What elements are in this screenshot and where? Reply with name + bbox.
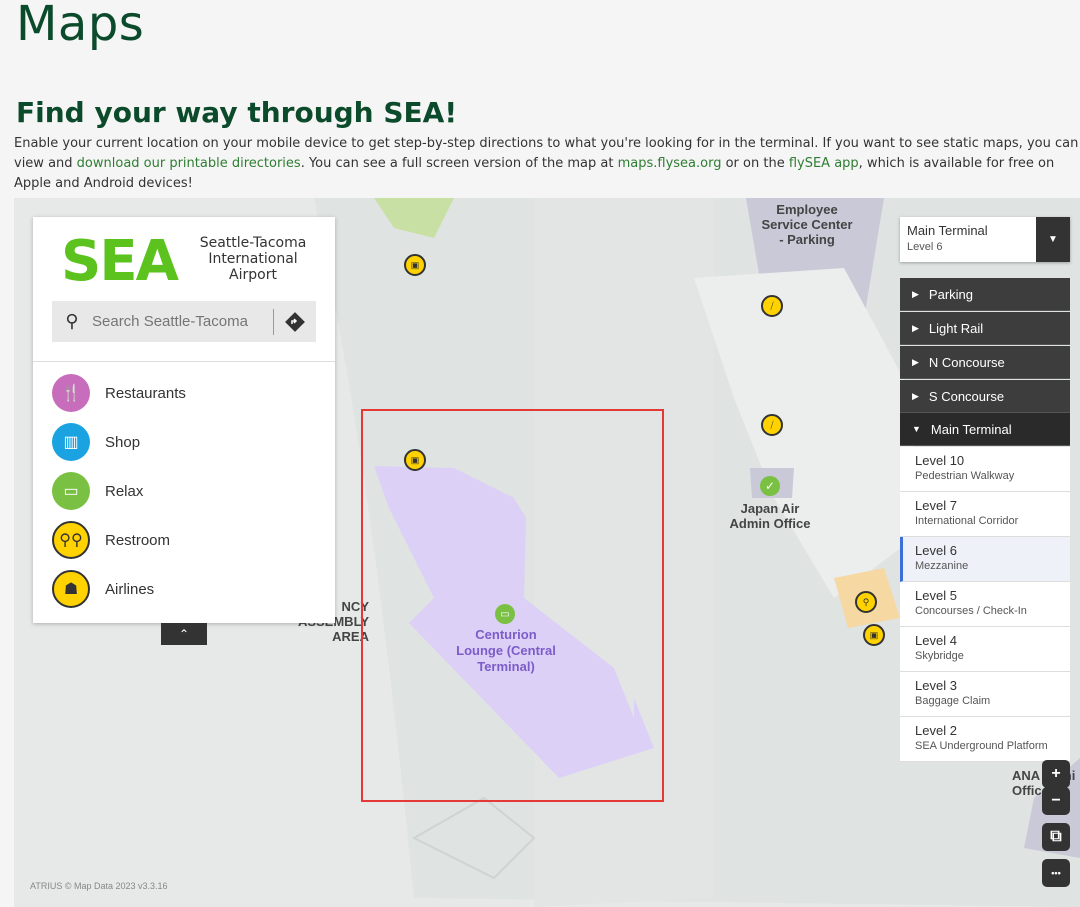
chevron-up-icon: ⌃ [178, 627, 190, 641]
logo-line: International [208, 251, 298, 267]
category-label: Restroom [105, 531, 171, 549]
level-selector[interactable]: Main Terminal Level 6 ▼ [900, 217, 1070, 262]
building-n-concourse[interactable]: ▶ N Concourse [900, 346, 1070, 379]
japan-air-label: Japan Air Admin Office [729, 501, 811, 531]
search-icon[interactable]: ⚲ [52, 311, 92, 332]
divider [33, 361, 335, 362]
level-desc: Concourses / Check-In [915, 605, 1027, 617]
zoom-out-button[interactable]: − [1042, 787, 1070, 815]
intro-text: Enable your current location on your mob… [14, 134, 1080, 194]
logo-line: Seattle-Tacoma [199, 235, 307, 251]
printable-directories-link[interactable]: download our printable directories [77, 156, 301, 171]
category-relax[interactable]: ▭ Relax [52, 472, 143, 510]
current-level: Level 6 [907, 241, 943, 253]
search-bar: ⚲ [52, 301, 316, 342]
caret-right-icon: ▶ [912, 322, 919, 333]
logo-line: Airport [229, 267, 277, 283]
page-title: Maps [16, 0, 145, 52]
chevron-down-icon[interactable]: ▼ [1036, 217, 1070, 262]
level-3[interactable]: Level 3 Baggage Claim [900, 672, 1070, 717]
level-name: Level 3 [915, 678, 957, 693]
level-name: Level 4 [915, 633, 957, 648]
external-link-icon: ⧉ [1050, 828, 1062, 845]
relax-icon: ▭ [52, 472, 90, 510]
page-subtitle: Find your way through SEA! [16, 96, 458, 129]
external-link-button[interactable]: ⧉ [1042, 823, 1070, 851]
level-desc: SEA Underground Platform [915, 740, 1048, 752]
category-airlines[interactable]: ☗ Airlines [52, 570, 154, 608]
restroom-icon: ⚲⚲ [52, 521, 90, 559]
caret-right-icon: ▶ [912, 390, 919, 401]
caret-right-icon: ▶ [912, 356, 919, 367]
sea-logo: SEA [61, 229, 179, 294]
flysea-app-link[interactable]: flySEA app [789, 156, 859, 171]
category-label: Shop [105, 433, 141, 451]
caret-right-icon: ▶ [912, 288, 919, 299]
divider [273, 308, 274, 335]
caret-down-icon: ▼ [912, 424, 921, 434]
category-label: Airlines [105, 580, 155, 598]
building-main-terminal[interactable]: ▼ Main Terminal [900, 413, 1070, 446]
level-desc: Pedestrian Walkway [915, 470, 1015, 482]
level-name: Level 5 [915, 588, 957, 603]
level-desc: Mezzanine [915, 560, 969, 572]
building-label: Main Terminal [930, 421, 1012, 437]
category-shop[interactable]: ▥ Shop [52, 423, 140, 461]
restroom-icon[interactable]: ⚲ [855, 591, 877, 613]
elevator-icon[interactable]: ▣ [404, 254, 426, 276]
level-name: Level 10 [915, 453, 965, 468]
building-light-rail[interactable]: ▶ Light Rail [900, 312, 1070, 345]
shop-icon: ▥ [52, 423, 90, 461]
highlight-box [361, 409, 664, 802]
restaurant-icon: 🍴 [52, 374, 90, 412]
employee-service-label: Employee Service Center - Parking [761, 202, 853, 247]
level-desc: Baggage Claim [915, 695, 991, 707]
escalator-icon[interactable]: ⧸ [761, 295, 783, 317]
level-name: Level 7 [915, 498, 957, 513]
full-map-link[interactable]: maps.flysea.org [618, 156, 722, 171]
building-label: S Concourse [928, 388, 1005, 404]
map-side-panel: SEA Seattle-Tacoma International Airport… [33, 217, 335, 623]
escalator-icon[interactable]: ⧸ [761, 414, 783, 436]
building-name: Main Terminal [907, 223, 988, 238]
level-desc: Skybridge [915, 650, 964, 662]
building-s-concourse[interactable]: ▶ S Concourse [900, 380, 1070, 413]
level-desc: International Corridor [915, 515, 1019, 527]
building-parking[interactable]: ▶ Parking [900, 278, 1070, 311]
level-4[interactable]: Level 4 Skybridge [900, 627, 1070, 672]
checkmark-icon[interactable]: ✓ [760, 476, 780, 496]
intro-part: or on the [721, 156, 789, 171]
level-6[interactable]: Level 6 Mezzanine [900, 537, 1070, 582]
intro-part: . You can see a full screen version of t… [300, 156, 618, 171]
level-2[interactable]: Level 2 SEA Underground Platform [900, 717, 1070, 762]
category-restaurants[interactable]: 🍴 Restaurants [52, 374, 186, 412]
airport-name: Seattle-Tacoma International Airport [193, 235, 313, 283]
level-10[interactable]: Level 10 Pedestrian Walkway [900, 447, 1070, 492]
building-label: Parking [928, 286, 973, 302]
level-5[interactable]: Level 5 Concourses / Check-In [900, 582, 1070, 627]
more-options-button[interactable]: ••• [1042, 859, 1070, 887]
building-label: Light Rail [928, 320, 984, 336]
directions-icon[interactable] [280, 307, 310, 337]
elevator-icon[interactable]: ▣ [863, 624, 885, 646]
collapse-panel-button[interactable]: ⌃ [161, 623, 207, 645]
search-input[interactable] [92, 313, 267, 330]
category-label: Restaurants [105, 384, 186, 402]
zoom-in-button[interactable]: + [1042, 760, 1070, 788]
building-label: N Concourse [928, 354, 1005, 370]
level-name: Level 2 [915, 723, 957, 738]
category-restroom[interactable]: ⚲⚲ Restroom [52, 521, 170, 559]
level-7[interactable]: Level 7 International Corridor [900, 492, 1070, 537]
airlines-icon: ☗ [52, 570, 90, 608]
map-attribution: ATRIUS © Map Data 2023 v3.3.16 [30, 881, 168, 891]
category-label: Relax [105, 482, 144, 500]
level-name: Level 6 [915, 543, 957, 558]
